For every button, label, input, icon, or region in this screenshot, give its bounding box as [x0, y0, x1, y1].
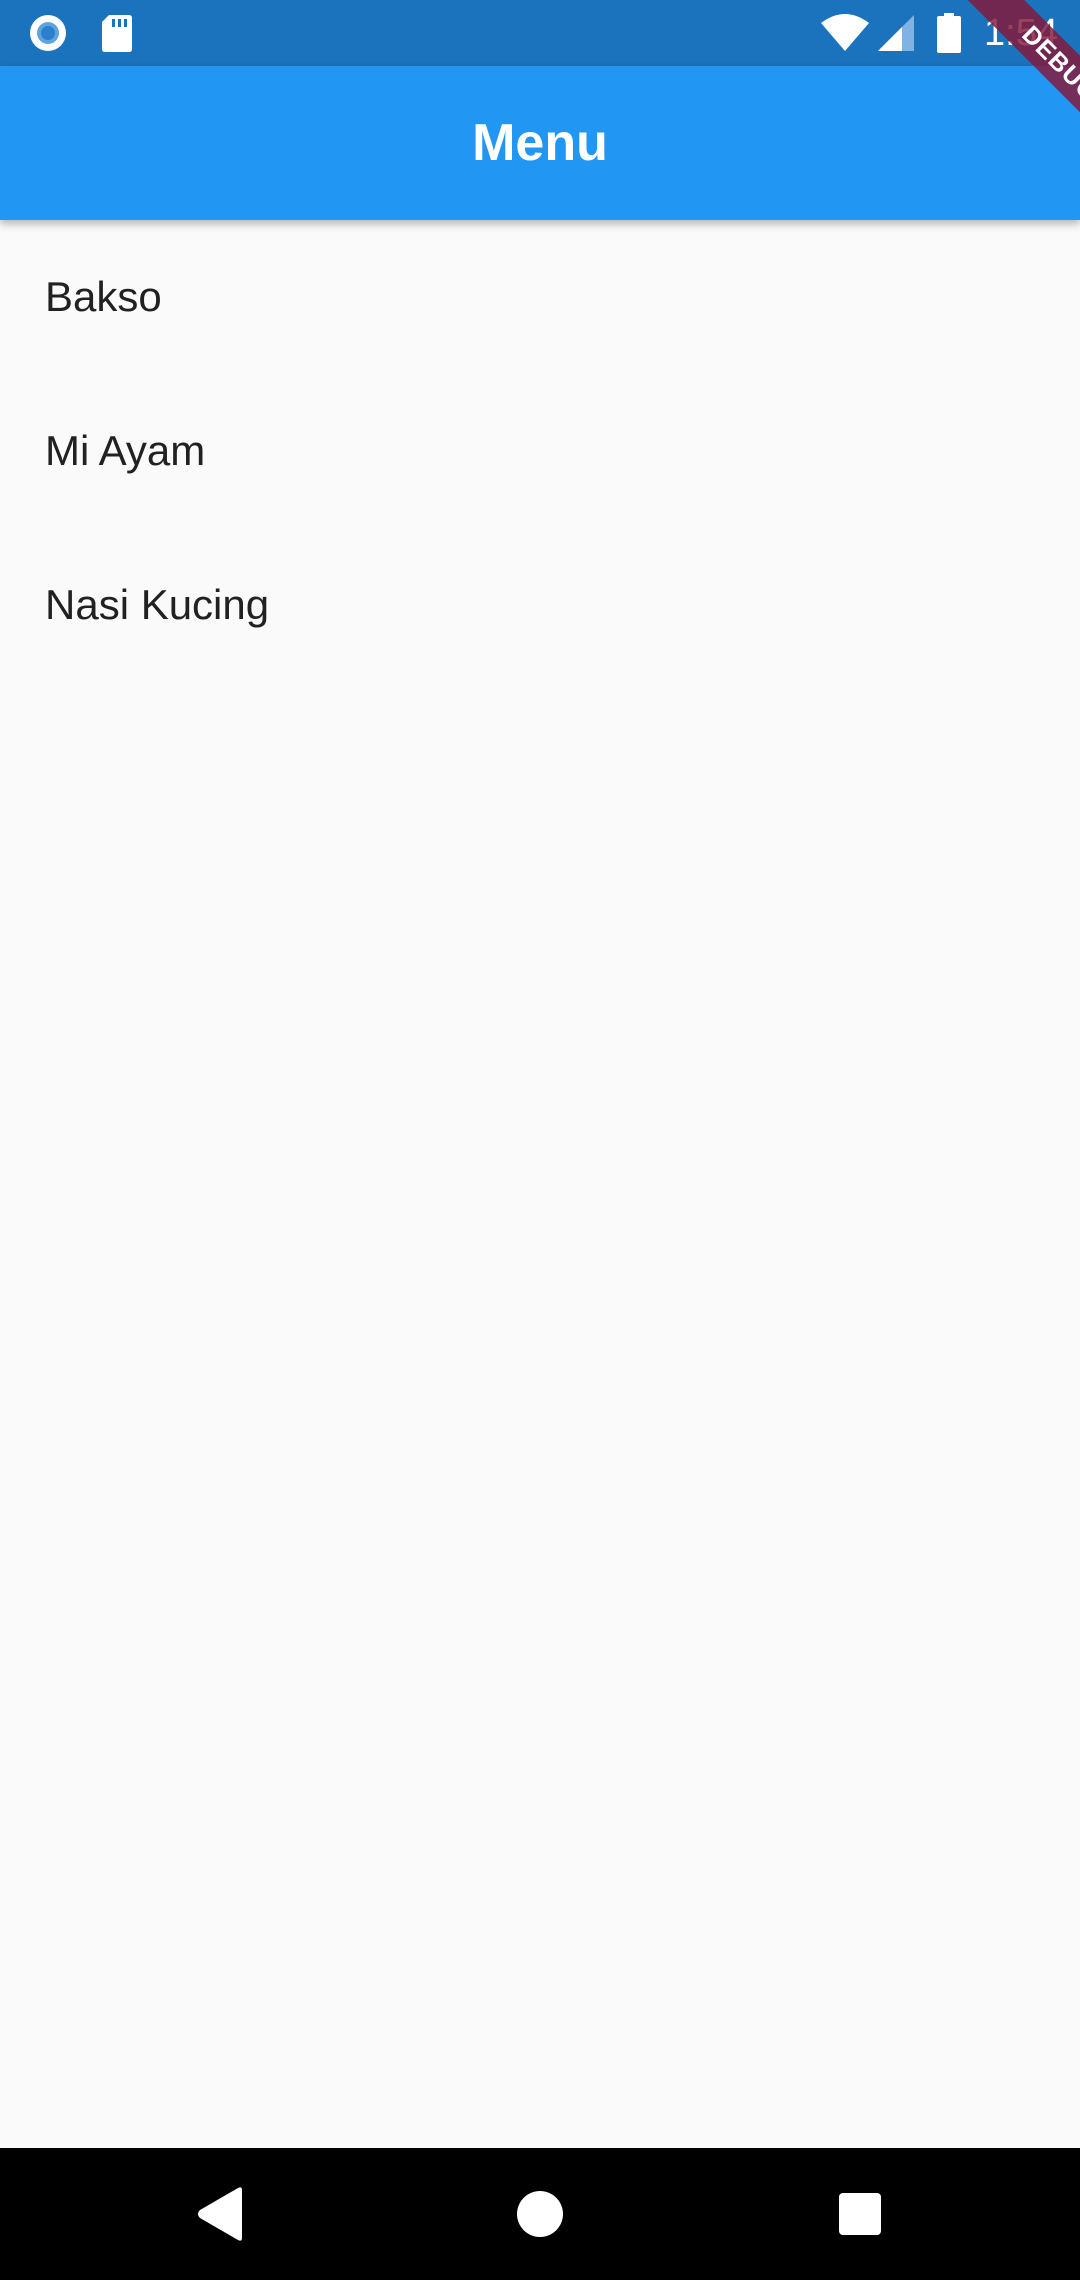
app-bar: Menu — [0, 66, 1080, 220]
status-bar: 1:54 — [0, 0, 1080, 66]
wifi-icon — [821, 14, 869, 51]
back-icon[interactable] — [180, 2174, 260, 2254]
recents-icon[interactable] — [820, 2174, 900, 2254]
cellular-signal-icon — [878, 15, 914, 51]
navigation-bar — [0, 2148, 1080, 2280]
app-bar-title: Menu — [472, 114, 608, 172]
menu-list: Bakso Mi Ayam Nasi Kucing — [0, 220, 1080, 682]
home-icon[interactable] — [500, 2174, 580, 2254]
status-time: 1:54 — [984, 12, 1058, 54]
list-item-mi-ayam[interactable]: Mi Ayam — [0, 374, 1080, 528]
sd-card-icon — [102, 15, 132, 52]
record-circle-icon — [30, 15, 66, 51]
list-item-bakso[interactable]: Bakso — [0, 220, 1080, 374]
battery-icon — [937, 13, 961, 53]
list-item-nasi-kucing[interactable]: Nasi Kucing — [0, 528, 1080, 682]
app-screen: 1:54 Menu DEBUG Bakso Mi Ayam Nasi Kucin… — [0, 0, 1080, 2280]
